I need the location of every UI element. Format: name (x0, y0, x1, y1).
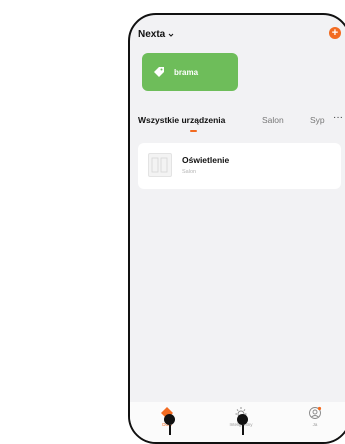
home-name: Nexta (138, 29, 166, 40)
device-card[interactable]: Oświetlenie Salon (138, 143, 341, 189)
home-selector[interactable]: Nexta (138, 29, 174, 40)
chevron-down-icon (168, 33, 174, 37)
nav-me-label: Ja (312, 422, 318, 427)
device-room: Salon (182, 169, 197, 175)
tab-syp[interactable]: Syp (310, 115, 325, 125)
scene-label: brama (174, 67, 199, 77)
phone-frame: Nexta + brama Wszystkie urządzenia Salon… (128, 13, 345, 444)
top-bar: Nexta + (130, 15, 345, 55)
touch-marker (237, 414, 248, 425)
tab-all-devices[interactable]: Wszystkie urządzenia (138, 115, 225, 125)
touch-marker-stem (169, 425, 171, 435)
touch-marker-stem (242, 425, 244, 435)
scene-card[interactable]: brama (142, 53, 238, 91)
tag-icon (154, 67, 164, 77)
device-name: Oświetlenie (182, 155, 230, 165)
add-button[interactable]: + (329, 27, 341, 39)
room-tabs: Wszystkie urządzenia Salon Syp ··· (130, 111, 345, 139)
nav-me[interactable]: Ja (290, 406, 340, 427)
active-tab-indicator (190, 130, 197, 132)
tab-salon[interactable]: Salon (262, 115, 284, 125)
more-icon[interactable]: ··· (333, 112, 343, 123)
profile-icon (309, 406, 322, 419)
light-switch-icon (148, 153, 172, 177)
touch-marker (164, 414, 175, 425)
